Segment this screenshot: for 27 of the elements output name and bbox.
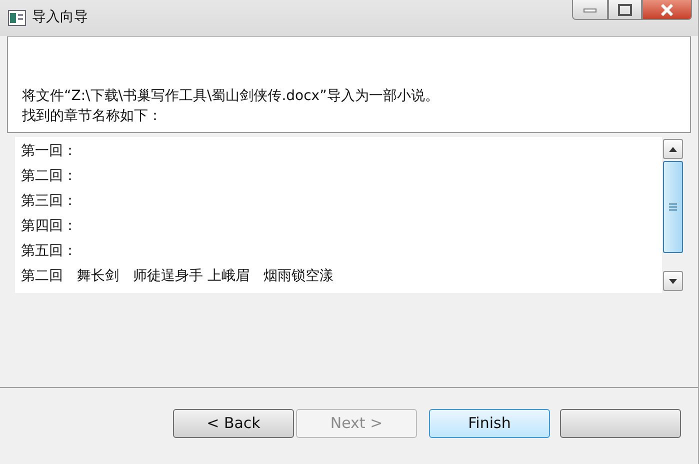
chapter-item: 第三回： [21, 192, 78, 211]
close-icon [659, 4, 675, 16]
down-arrow-icon [669, 278, 677, 284]
close-button[interactable] [642, 0, 692, 20]
chapter-item: 第五回： [21, 242, 78, 261]
chapter-item: 第二回： [21, 167, 78, 186]
description-text: 找到的章节名称如下： [22, 107, 163, 126]
chapter-item: 第一回： [21, 142, 78, 161]
up-arrow-icon [669, 146, 677, 152]
window-title: 导入向导 [32, 8, 88, 26]
wizard-button[interactable]: < Back [173, 408, 294, 438]
chapter-list[interactable]: 第一回： 第二回： 第三回： 第四回： 第五回： 第二回 舞长剑 师徒逞身手 上峨眉 烟雨锁空漾 [15, 137, 684, 293]
minimize-icon [583, 6, 597, 12]
description-text: 将文件“Z:\下载\书巢写作工具\蜀山剑侠传.docx”导入为一部小说。 [22, 87, 440, 106]
maximize-icon [618, 4, 632, 16]
wizard-button[interactable]: Finish [429, 408, 550, 438]
scroll-down-button[interactable] [663, 271, 683, 291]
blank-button[interactable] [560, 408, 681, 438]
scroll-up-button[interactable] [663, 139, 683, 159]
minimize-button[interactable] [572, 0, 608, 20]
maximize-button[interactable] [608, 0, 642, 20]
scrollbar[interactable] [662, 137, 684, 293]
grip-icon [668, 203, 678, 211]
chapter-item: 第二回 舞长剑 师徒逞身手 上峨眉 烟雨锁空漾 [21, 267, 334, 286]
app-icon [8, 10, 26, 26]
scroll-thumb[interactable] [663, 161, 683, 253]
chapter-item: 第四回： [21, 217, 78, 236]
